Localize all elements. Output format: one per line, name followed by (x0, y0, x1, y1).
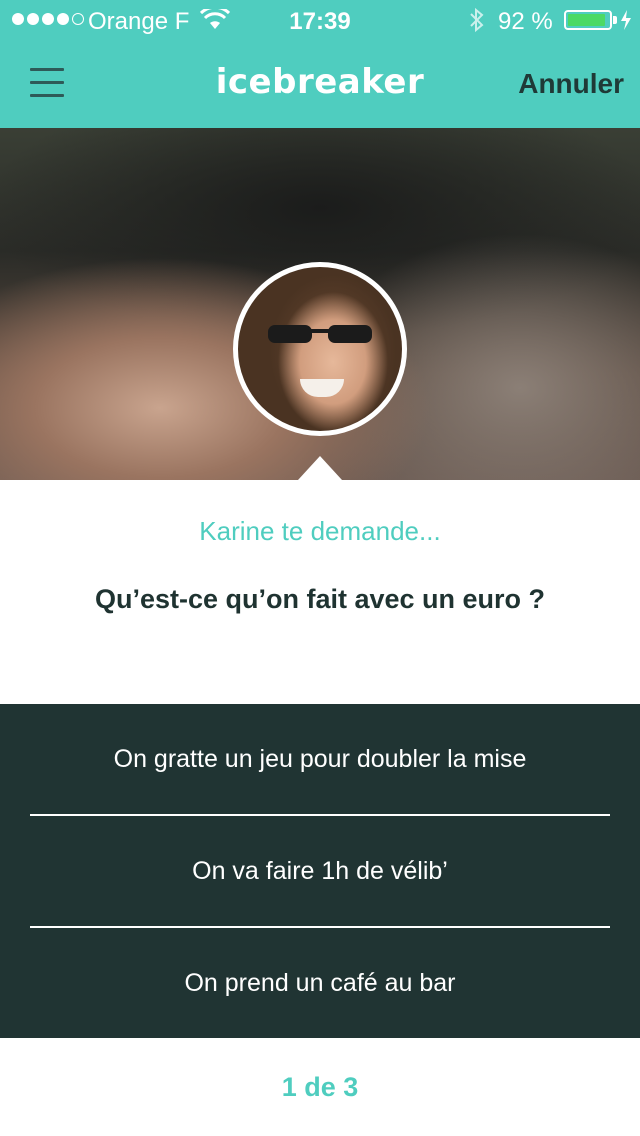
answer-option-1[interactable]: On gratte un jeu pour doubler la mise (30, 704, 610, 814)
battery-nub (613, 16, 617, 24)
question-text: Qu’est-ce qu’on fait avec un euro ? (94, 584, 546, 614)
charging-bolt-icon (621, 10, 631, 30)
battery-percent: 92 % (498, 8, 553, 35)
avatar (233, 262, 407, 436)
battery-fill (568, 14, 605, 26)
sunglasses-graphic (268, 325, 372, 343)
battery-icon (564, 10, 612, 30)
page-indicator: 1 de 3 (281, 1071, 359, 1102)
asker-text: Karine te demande... (199, 516, 441, 546)
status-bar: Orange F 17:39 92 % (0, 0, 640, 40)
bluetooth-icon (470, 7, 484, 33)
cancel-button[interactable]: Annuler (518, 68, 624, 100)
avatar-smile (300, 379, 344, 397)
question-area: Karine te demande... Qu’est-ce qu’on fai… (0, 480, 640, 704)
answer-option-3[interactable]: On prend un café au bar (30, 928, 610, 1038)
answers-panel: On gratte un jeu pour doubler la mise On… (0, 704, 640, 1038)
answer-option-2[interactable]: On va faire 1h de vélib’ (30, 816, 610, 926)
banner-pointer (298, 456, 342, 480)
header-bar: Orange F 17:39 92 % icebreaker Annuler (0, 0, 640, 128)
